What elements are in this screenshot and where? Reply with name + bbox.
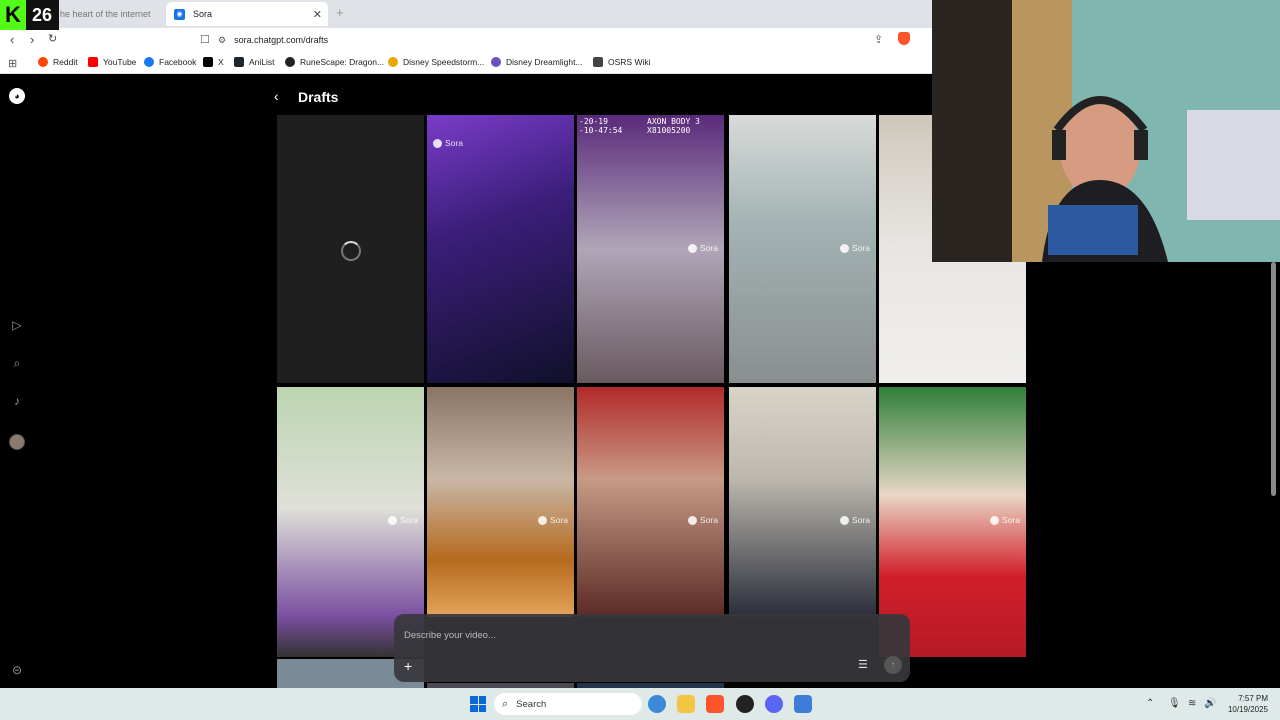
tab-reddit[interactable]: he heart of the internet <box>60 2 160 26</box>
windows-taskbar: ⌕ Search ⌃ 🎙 ≋ 🔊 7:57 PM 10/19/2025 <box>0 688 1280 720</box>
more-icon[interactable]: ⊝ <box>9 662 25 678</box>
sora-watermark-icon <box>688 515 698 525</box>
videos-icon[interactable]: ▷ <box>9 317 25 333</box>
sora-watermark-icon <box>433 138 442 148</box>
kick-overlay: K 26 <box>0 0 59 30</box>
file-explorer-icon[interactable] <box>677 695 695 713</box>
forward-icon[interactable]: › <box>30 32 34 47</box>
tab-sora[interactable]: ◉ Sora ✕ <box>166 2 328 26</box>
reload-icon[interactable]: ↻ <box>48 32 57 45</box>
sora-watermark-icon <box>388 515 398 525</box>
youtube-icon <box>88 57 98 67</box>
brave-shield-icon[interactable] <box>898 32 910 45</box>
draft-tile-loading[interactable] <box>277 115 424 383</box>
back-chevron-icon[interactable]: ‹ <box>274 88 279 104</box>
bodycam-timestamp: -20-19 -10-47:54 <box>579 117 623 135</box>
browser-tab-bar: he heart of the internet ◉ Sora ✕ + <box>0 0 932 28</box>
windows-start-icon[interactable] <box>470 696 486 712</box>
bookmark-icon[interactable]: ☐ <box>200 33 210 46</box>
microphone-icon[interactable]: 🎙 <box>1168 698 1181 709</box>
copilot-icon[interactable] <box>648 695 666 713</box>
avatar[interactable] <box>9 434 25 450</box>
x-icon <box>203 57 213 67</box>
sora-watermark-icon <box>990 515 1000 525</box>
sora-watermark: Sora <box>388 515 418 525</box>
sora-watermark-icon <box>840 515 850 525</box>
bookmark-osrs-wiki[interactable]: OSRS Wiki <box>593 57 651 67</box>
add-media-icon[interactable]: + <box>404 658 412 674</box>
page-scrollbar[interactable] <box>1271 262 1276 496</box>
volume-icon[interactable]: 🔊 <box>1204 698 1216 709</box>
bookmark-facebook[interactable]: Facebook <box>144 57 196 67</box>
notepad-icon[interactable] <box>794 695 812 713</box>
bodycam-id: AXON BODY 3 X81005200 <box>647 117 700 135</box>
address-bar: ‹ › ↻ ☐ ⚙ sora.chatgpt.com/drafts ⇪ <box>0 28 932 52</box>
chevron-up-icon[interactable]: ⌃ <box>1146 698 1154 709</box>
obs-icon[interactable] <box>736 695 754 713</box>
draft-tile[interactable]: Sora <box>729 387 876 617</box>
kick-logo-icon: K <box>0 0 26 30</box>
prompt-composer: + ☰ ↑ <box>394 614 910 682</box>
tab-label: he heart of the internet <box>60 9 151 19</box>
bell-icon[interactable]: ♪ <box>9 393 25 409</box>
facebook-icon <box>144 57 154 67</box>
url-field[interactable]: ⚙ sora.chatgpt.com/drafts <box>218 31 918 49</box>
sora-favicon-icon: ◉ <box>174 8 185 20</box>
draft-tile[interactable]: Sora <box>427 387 574 617</box>
settings-sliders-icon[interactable]: ☰ <box>858 658 868 671</box>
bookmark-youtube[interactable]: YouTube <box>88 57 136 67</box>
draft-tile[interactable]: Sora <box>577 387 724 617</box>
brave-browser-icon[interactable] <box>706 695 724 713</box>
sora-watermark: Sora <box>433 138 463 148</box>
sora-watermark: Sora <box>990 515 1020 525</box>
share-icon[interactable]: ⇪ <box>874 33 883 46</box>
draft-tile[interactable]: -20-19 -10-47:54 AXON BODY 3 X81005200 S… <box>577 115 724 383</box>
dreamlight-icon <box>491 57 501 67</box>
bookmark-runescape[interactable]: RuneScape: Dragon... <box>285 57 384 67</box>
tab-label: Sora <box>193 9 213 19</box>
speedstorm-icon <box>388 57 398 67</box>
sora-watermark: Sora <box>840 243 870 253</box>
describe-video-input[interactable] <box>404 628 884 642</box>
wifi-icon[interactable]: ≋ <box>1188 698 1196 709</box>
bookmark-disney-speedstorm[interactable]: Disney Speedstorm... <box>388 57 484 67</box>
reddit-icon <box>38 57 48 67</box>
send-arrow-icon[interactable]: ↑ <box>884 656 902 674</box>
apps-grid-icon[interactable]: ⊞ <box>8 57 17 70</box>
kick-badge-number: 26 <box>32 4 53 25</box>
new-tab-icon[interactable]: + <box>336 5 344 20</box>
discord-icon[interactable] <box>765 695 783 713</box>
osrs-wiki-icon <box>593 57 603 67</box>
sora-watermark-icon <box>538 515 548 525</box>
taskbar-search[interactable]: ⌕ Search <box>494 693 642 715</box>
bookmark-disney-dreamlight[interactable]: Disney Dreamlight... <box>491 57 583 67</box>
bookmark-anilist[interactable]: AniList <box>234 57 275 67</box>
sora-logo-icon[interactable]: ◕ <box>9 88 25 104</box>
sora-watermark-icon <box>688 243 698 253</box>
sora-watermark-icon <box>840 243 850 253</box>
site-info-icon[interactable]: ⚙ <box>218 35 226 46</box>
sora-watermark: Sora <box>840 515 870 525</box>
close-tab-icon[interactable]: ✕ <box>313 8 322 21</box>
drafts-grid: Sora -20-19 -10-47:54 AXON BODY 3 X81005… <box>277 115 1027 695</box>
draft-tile[interactable]: Sora <box>427 115 574 383</box>
page-title: Drafts <box>298 89 339 105</box>
bookmark-reddit[interactable]: Reddit <box>38 57 78 67</box>
back-icon[interactable]: ‹ <box>10 32 14 47</box>
system-clock[interactable]: 7:57 PM 10/19/2025 <box>1222 693 1268 715</box>
url-text: sora.chatgpt.com/drafts <box>234 35 329 45</box>
runescape-icon <box>285 57 295 67</box>
bookmarks-bar: ⊞ Reddit YouTube Facebook X AniList Rune… <box>0 52 932 74</box>
sora-watermark: Sora <box>688 243 718 253</box>
bookmark-x[interactable]: X <box>203 57 224 67</box>
anilist-icon <box>234 57 244 67</box>
draft-tile[interactable]: Sora <box>729 115 876 383</box>
webcam-overlay <box>932 0 1280 262</box>
sora-watermark: Sora <box>538 515 568 525</box>
loading-spinner-icon <box>341 241 361 261</box>
search-icon: ⌕ <box>502 697 509 710</box>
sora-watermark: Sora <box>688 515 718 525</box>
webcam-feed-image <box>932 0 1280 262</box>
search-icon[interactable]: ⌕ <box>9 355 25 371</box>
